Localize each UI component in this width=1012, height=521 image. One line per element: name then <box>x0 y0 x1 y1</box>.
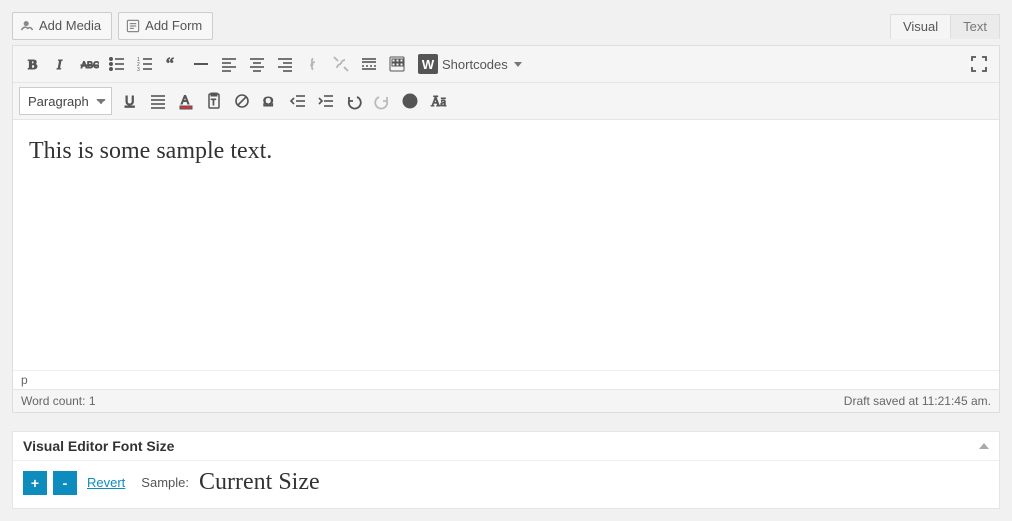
outdent-button[interactable] <box>284 87 312 115</box>
undo-button[interactable] <box>340 87 368 115</box>
sample-label: Sample: <box>141 475 189 490</box>
font-size-panel-title: Visual Editor Font Size <box>23 438 174 454</box>
justify-button[interactable] <box>144 87 172 115</box>
toolbar-toggle-button[interactable] <box>383 50 411 78</box>
tab-text[interactable]: Text <box>950 14 1000 39</box>
word-count-label: Word count: <box>21 394 85 408</box>
font-size-panel-header[interactable]: Visual Editor Font Size <box>13 432 999 461</box>
editor-content[interactable]: This is some sample text. <box>13 120 999 370</box>
media-icon <box>19 18 35 34</box>
svg-text:Āā: Āā <box>431 94 446 109</box>
svg-text:B: B <box>28 58 37 73</box>
editor-tabs: Visual Text <box>891 14 1000 39</box>
shortcodes-badge-icon: W <box>418 54 438 74</box>
add-form-button[interactable]: Add Form <box>118 12 213 40</box>
svg-text:ABC: ABC <box>81 60 99 70</box>
svg-text:Ω: Ω <box>263 95 273 110</box>
top-row: Add Media Add Form Visual Text <box>12 12 1000 40</box>
special-char-button[interactable]: Ω <box>256 87 284 115</box>
svg-text:3: 3 <box>137 67 140 73</box>
insert-more-button[interactable] <box>355 50 383 78</box>
horizontal-rule-button[interactable] <box>187 50 215 78</box>
svg-text:I: I <box>56 58 63 73</box>
bold-button[interactable]: B <box>19 50 47 78</box>
font-revert-link[interactable]: Revert <box>87 475 125 490</box>
svg-text:?: ? <box>408 97 414 108</box>
blockquote-button[interactable]: “ <box>159 50 187 78</box>
sample-text: Current Size <box>199 469 320 496</box>
font-size-panel-body: + - Revert Sample: Current Size <box>13 461 999 508</box>
indent-button[interactable] <box>312 87 340 115</box>
editor-frame: B I ABC 123 “ W Shortcodes Paragraph <box>12 45 1000 413</box>
font-decrease-button[interactable]: - <box>53 471 77 495</box>
text-color-button[interactable]: A <box>172 87 200 115</box>
editor-app: Add Media Add Form Visual Text B I ABC 1… <box>0 0 1012 521</box>
help-button[interactable]: ? <box>396 87 424 115</box>
toolbar-row-2: Paragraph U A T Ω ? Āā <box>13 83 999 120</box>
format-select[interactable]: Paragraph <box>19 87 112 115</box>
paste-text-button[interactable]: T <box>200 87 228 115</box>
add-media-button[interactable]: Add Media <box>12 12 112 40</box>
numbered-list-button[interactable]: 123 <box>131 50 159 78</box>
shortcodes-label: Shortcodes <box>442 57 508 72</box>
fullscreen-button[interactable] <box>965 50 993 78</box>
align-left-button[interactable] <box>215 50 243 78</box>
unlink-button[interactable] <box>327 50 355 78</box>
form-icon <box>125 18 141 34</box>
add-media-label: Add Media <box>39 16 101 36</box>
status-bar: Word count: 1 Draft saved at 11:21:45 am… <box>13 389 999 412</box>
svg-text:“: “ <box>166 54 174 74</box>
tab-visual[interactable]: Visual <box>890 14 951 39</box>
shortcodes-dropdown[interactable]: W Shortcodes <box>411 50 529 78</box>
italic-button[interactable]: I <box>47 50 75 78</box>
align-right-button[interactable] <box>271 50 299 78</box>
toolbar-row-1: B I ABC 123 “ W Shortcodes <box>13 46 999 83</box>
align-center-button[interactable] <box>243 50 271 78</box>
font-size-panel: Visual Editor Font Size + - Revert Sampl… <box>12 431 1000 509</box>
word-count-value: 1 <box>89 394 96 408</box>
font-increase-button[interactable]: + <box>23 471 47 495</box>
save-status: Draft saved at 11:21:45 am. <box>844 394 991 408</box>
svg-text:U: U <box>125 93 134 108</box>
svg-text:T: T <box>211 98 216 107</box>
keyboard-shortcuts-button[interactable]: Āā <box>424 87 452 115</box>
link-button[interactable] <box>299 50 327 78</box>
element-path[interactable]: p <box>13 370 999 389</box>
strikethrough-button[interactable]: ABC <box>75 50 103 78</box>
chevron-down-icon <box>514 62 522 67</box>
svg-text:A: A <box>181 93 189 107</box>
redo-button[interactable] <box>368 87 396 115</box>
add-form-label: Add Form <box>145 16 202 36</box>
collapse-icon <box>979 443 989 449</box>
media-buttons: Add Media Add Form <box>12 12 213 40</box>
underline-button[interactable]: U <box>116 87 144 115</box>
clear-formatting-button[interactable] <box>228 87 256 115</box>
bullet-list-button[interactable] <box>103 50 131 78</box>
